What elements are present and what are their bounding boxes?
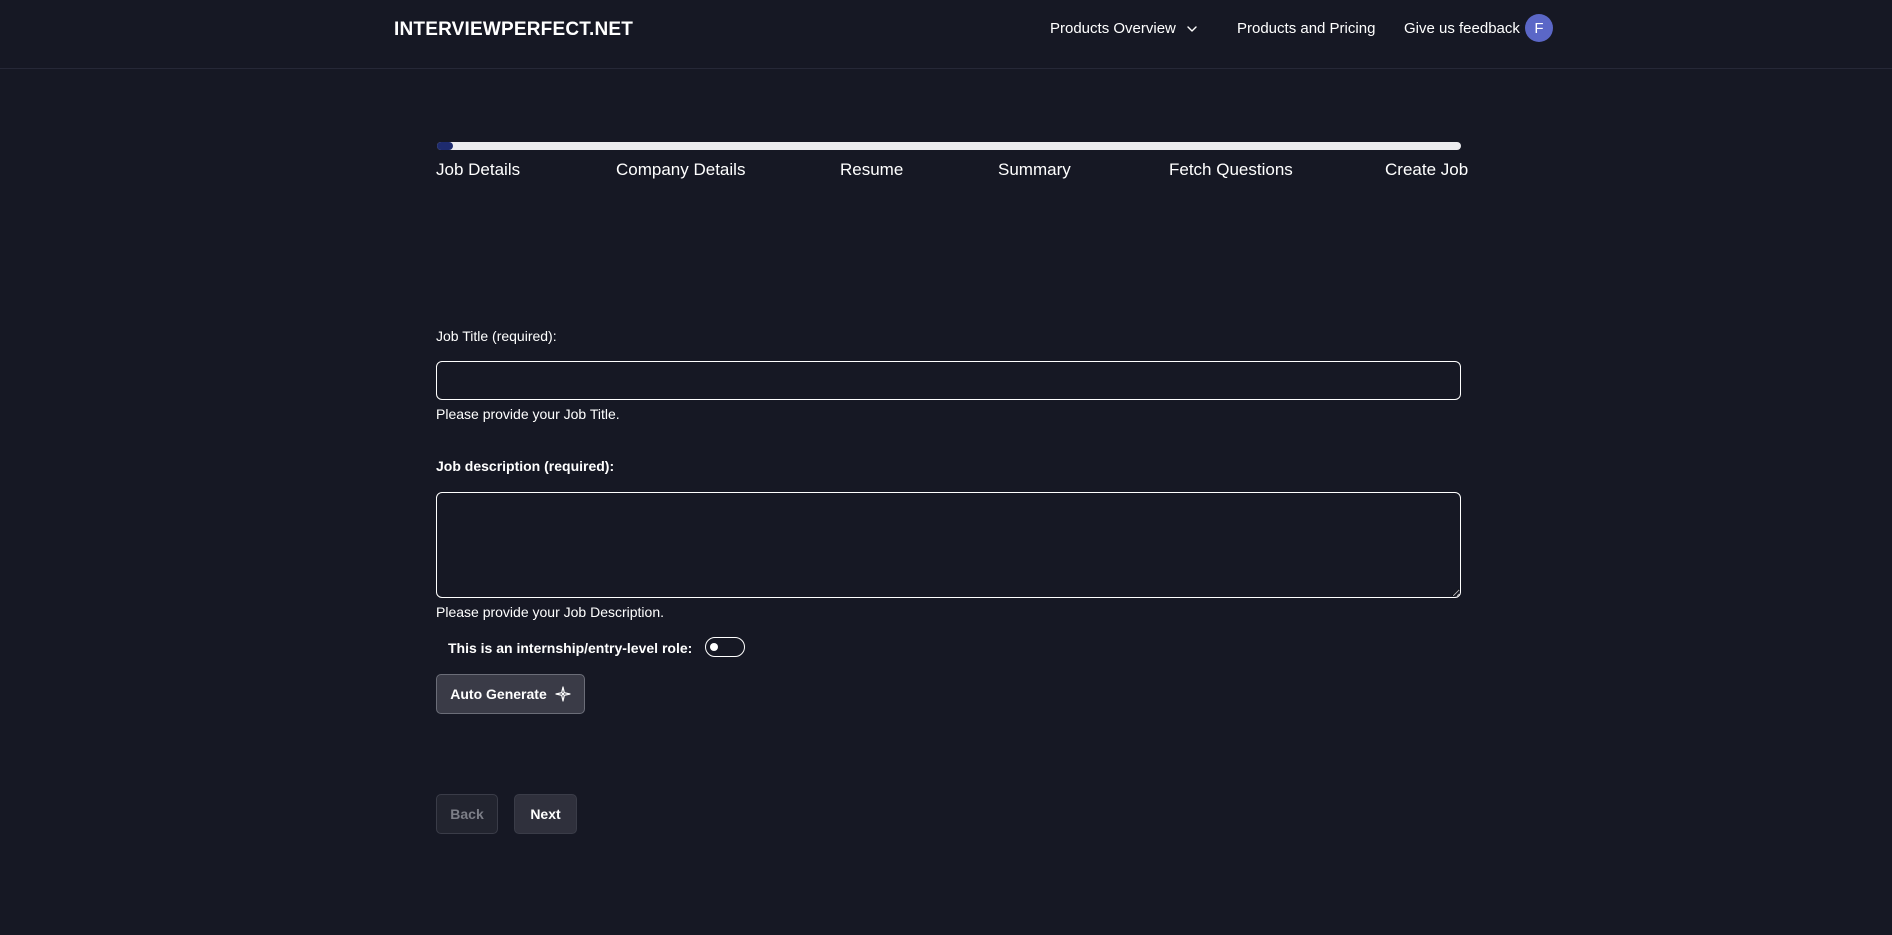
- step-resume: Resume: [840, 160, 904, 179]
- internship-toggle[interactable]: [705, 637, 745, 657]
- progress-track: [437, 142, 1461, 150]
- nav-products-overview[interactable]: Products Overview: [1050, 20, 1198, 37]
- auto-generate-label: Auto Generate: [450, 686, 547, 702]
- job-description-help-text: Please provide your Job Description.: [436, 604, 665, 620]
- toggle-knob: [710, 643, 718, 651]
- sparkle-icon: [555, 686, 571, 702]
- job-description-label: Job description (required):: [436, 458, 615, 474]
- user-avatar[interactable]: F: [1525, 14, 1553, 42]
- job-title-label: Job Title (required):: [436, 328, 557, 344]
- brand-logo[interactable]: INTERVIEWPERFECT.NET: [394, 19, 633, 41]
- nav-feedback[interactable]: Give us feedback: [1404, 20, 1520, 37]
- top-navbar: INTERVIEWPERFECT.NET Products Overview P…: [0, 0, 1892, 69]
- step-summary: Summary: [998, 160, 1071, 179]
- job-title-input[interactable]: [436, 361, 1461, 400]
- job-title-help-text: Please provide your Job Title.: [436, 406, 620, 422]
- auto-generate-button[interactable]: Auto Generate: [436, 674, 585, 714]
- step-create-job: Create Job: [1385, 160, 1469, 179]
- nav-products-pricing[interactable]: Products and Pricing: [1237, 20, 1375, 37]
- nav-products-overview-label: Products Overview: [1050, 20, 1176, 37]
- progress-fill: [437, 142, 453, 150]
- next-button[interactable]: Next: [514, 794, 577, 834]
- job-description-textarea[interactable]: [436, 492, 1461, 598]
- step-fetch-questions: Fetch Questions: [1169, 160, 1293, 179]
- back-button[interactable]: Back: [436, 794, 498, 834]
- step-job-details: Job Details: [436, 160, 521, 179]
- internship-toggle-label: This is an internship/entry-level role:: [448, 640, 693, 656]
- chevron-down-icon: [1187, 25, 1197, 32]
- step-company-details: Company Details: [616, 160, 746, 179]
